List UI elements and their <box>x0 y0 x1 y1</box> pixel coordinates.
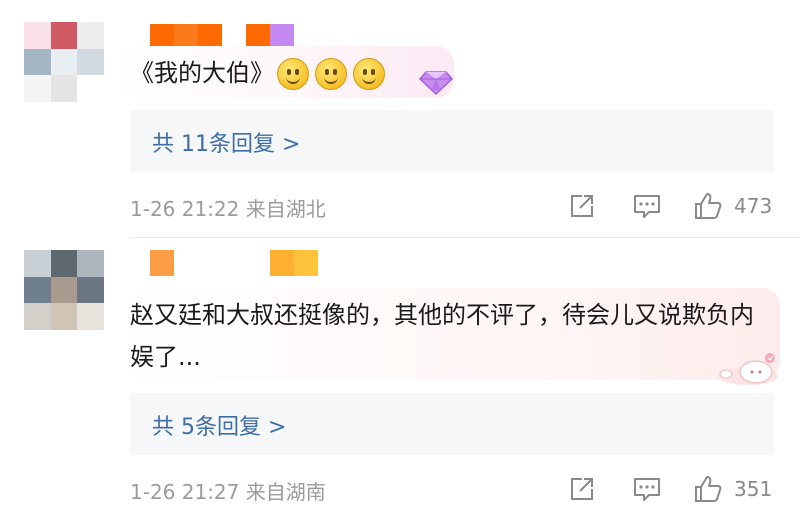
comment-actions: 473 <box>568 190 778 222</box>
avatar-pixel <box>50 48 78 76</box>
avatar-pixel <box>77 250 104 277</box>
share-icon[interactable] <box>568 192 596 220</box>
timestamp: 1-26 21:27 <box>130 480 240 504</box>
comment-icon[interactable] <box>632 475 662 503</box>
smile-emoji-icon <box>315 58 347 90</box>
comment-meta: 1-26 21:27 来自湖南 <box>130 476 326 505</box>
name-mask-block <box>174 250 198 276</box>
replies-label[interactable]: 共 5条回复 > <box>152 409 286 441</box>
avatar-pixel <box>24 250 51 277</box>
avatar-pixel <box>77 75 104 102</box>
comment-item: 赵又廷和大叔还挺像的，其他的不评了，待会儿又说欺负内娱了... 共 5条回复 >… <box>0 238 800 523</box>
avatar-pixel <box>50 75 78 102</box>
share-icon[interactable] <box>568 475 596 503</box>
avatar[interactable] <box>24 250 104 330</box>
avatar-pixel <box>24 22 51 49</box>
smile-emoji-icon <box>353 58 385 90</box>
cat-sticker-icon <box>718 353 778 385</box>
thumbs-up-icon[interactable] <box>692 473 724 505</box>
avatar-pixel <box>50 22 78 49</box>
name-mask-block <box>246 250 270 276</box>
username-masked[interactable] <box>150 250 318 276</box>
smile-emoji-icon <box>277 58 309 90</box>
avatar-pixel <box>24 303 51 330</box>
like-count: 473 <box>734 194 773 218</box>
name-mask-block <box>270 250 294 276</box>
emoji-group <box>277 58 385 90</box>
name-mask-block <box>198 250 222 276</box>
avatar-pixel <box>24 75 51 102</box>
name-mask-block <box>222 250 246 276</box>
location: 来自湖南 <box>245 480 326 504</box>
comment-meta: 1-26 21:22 来自湖北 <box>130 193 326 222</box>
avatar-pixel <box>50 276 78 304</box>
comment-icon[interactable] <box>632 192 662 220</box>
replies-link[interactable]: 共 5条回复 > <box>130 393 774 455</box>
avatar-pixel <box>50 250 78 277</box>
avatar[interactable] <box>24 22 104 102</box>
name-mask-block <box>294 250 318 276</box>
name-mask-block <box>150 250 174 276</box>
thumbs-up-icon[interactable] <box>692 190 724 222</box>
replies-label[interactable]: 共 11条回复 > <box>152 126 300 158</box>
avatar-pixel <box>77 276 104 304</box>
replies-link[interactable]: 共 11条回复 > <box>130 110 774 172</box>
avatar-pixel <box>50 303 78 330</box>
timestamp: 1-26 21:22 <box>130 197 240 221</box>
location: 来自湖北 <box>245 197 326 221</box>
avatar-pixel <box>24 48 51 76</box>
avatar-pixel <box>77 48 104 76</box>
avatar-pixel <box>24 276 51 304</box>
like-count: 351 <box>734 477 773 501</box>
comment-item: 《我的大伯》 共 11条回复 > 1-26 21:22 来自湖北 473 <box>0 0 800 238</box>
comment-text: 《我的大伯》 <box>130 59 274 87</box>
avatar-pixel <box>77 22 104 49</box>
avatar-pixel <box>77 303 104 330</box>
diamond-badge-icon <box>418 71 454 96</box>
comment-actions: 351 <box>568 473 778 505</box>
comment-text: 赵又廷和大叔还挺像的，其他的不评了，待会儿又说欺负内娱了... <box>130 301 754 371</box>
